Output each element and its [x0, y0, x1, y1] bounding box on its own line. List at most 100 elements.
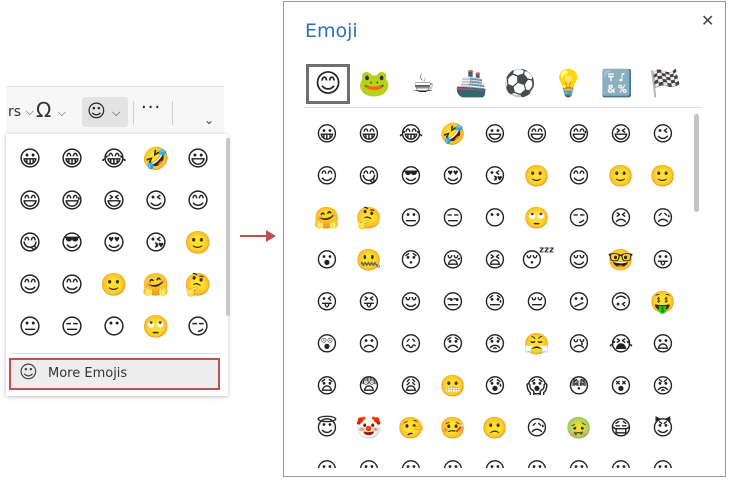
emoji-item[interactable]: 😍 [99, 229, 129, 259]
emoji-item[interactable]: 😋 [353, 160, 385, 192]
emoji-item[interactable]: 😈 [647, 412, 679, 444]
emoji-item[interactable]: 😄 [15, 187, 45, 217]
emoji-item[interactable]: 😐 [563, 454, 595, 468]
more-emojis-button[interactable]: ☺ More Emojis [9, 358, 220, 390]
emoji-item[interactable]: 😫 [479, 244, 511, 276]
tab-smileys[interactable]: 😊 [306, 64, 350, 104]
close-icon[interactable]: ✕ [701, 11, 714, 30]
emoji-item[interactable]: 😦 [647, 328, 679, 360]
emoji-item[interactable]: 😊 [183, 187, 213, 217]
emoji-item[interactable]: 😉 [647, 118, 679, 150]
emoji-item[interactable]: 😊 [311, 160, 343, 192]
emoji-item[interactable]: 😥 [521, 412, 553, 444]
emoji-item[interactable]: 😶 [99, 313, 129, 343]
emoji-item[interactable]: 🙄 [141, 313, 171, 343]
emoji-item[interactable]: 🤑 [647, 286, 679, 318]
tab-travel[interactable]: 🚢 [452, 64, 492, 104]
emoji-item[interactable]: 🙂 [647, 160, 679, 192]
tab-animals[interactable]: 🐸 [355, 64, 395, 104]
emoji-item[interactable]: 😁 [57, 145, 87, 175]
emoji-item[interactable]: 😆 [99, 187, 129, 217]
emoji-item[interactable]: 😃 [183, 145, 213, 175]
emoji-item[interactable]: 🤗 [311, 202, 343, 234]
emoji-item[interactable]: 😎 [57, 229, 87, 259]
font-menu-partial[interactable]: rs ⌵ [8, 104, 34, 120]
emoji-item[interactable]: 😐 [395, 202, 427, 234]
emoji-item[interactable]: 🤣 [437, 118, 469, 150]
emoji-item[interactable]: 😑 [437, 202, 469, 234]
emoji-item[interactable]: 🤓 [605, 244, 637, 276]
emoji-item[interactable]: 🤗 [141, 271, 171, 301]
emoji-item[interactable]: 😀 [15, 145, 45, 175]
emoji-item[interactable]: 😅 [57, 187, 87, 217]
emoji-item[interactable]: 😡 [647, 370, 679, 402]
emoji-item[interactable]: 😖 [395, 328, 427, 360]
emoji-item[interactable]: 🙄 [521, 202, 553, 234]
emoji-item[interactable]: 😂 [395, 118, 427, 150]
emoji-item[interactable]: 😜 [311, 286, 343, 318]
dropdown-scrollbar[interactable] [226, 138, 230, 316]
emoji-item[interactable]: 🤐 [353, 244, 385, 276]
more-options-button[interactable]: ··· [141, 97, 161, 118]
emoji-item[interactable]: 😃 [479, 118, 511, 150]
emoji-item[interactable]: 😒 [437, 286, 469, 318]
emoji-item[interactable]: 😋 [15, 229, 45, 259]
emoji-item[interactable]: 🤔 [353, 202, 385, 234]
emoji-item[interactable]: 🤥 [395, 412, 427, 444]
emoji-item[interactable]: 😊 [15, 271, 45, 301]
emoji-item[interactable]: 😢 [563, 328, 595, 360]
emoji-item[interactable]: 😬 [437, 370, 469, 402]
tab-activities[interactable]: ⚽ [500, 64, 540, 104]
emoji-item[interactable]: 😇 [311, 412, 343, 444]
emoji-item[interactable]: 😑 [57, 313, 87, 343]
emoji-item[interactable]: 😐 [521, 454, 553, 468]
emoji-item[interactable]: 😁 [353, 118, 385, 150]
emoji-item[interactable]: 🤡 [353, 412, 385, 444]
emoji-item[interactable]: 😐 [647, 454, 679, 468]
symbol-button[interactable]: Ω ⌵ [36, 100, 66, 123]
tab-flags[interactable]: 🏁 [646, 64, 686, 104]
emoji-item[interactable]: 🤔 [183, 271, 213, 301]
emoji-item[interactable]: 😧 [311, 370, 343, 402]
tab-objects[interactable]: 💡 [549, 64, 589, 104]
emoji-item[interactable]: 😐 [605, 454, 637, 468]
emoji-item[interactable]: 😷 [605, 412, 637, 444]
emoji-item[interactable]: 😟 [479, 328, 511, 360]
emoji-item[interactable]: 😣 [605, 202, 637, 234]
expand-chevron-icon[interactable]: ⌄ [204, 113, 214, 127]
emoji-item[interactable]: 😲 [311, 328, 343, 360]
emoji-item[interactable]: 😌 [395, 286, 427, 318]
emoji-item[interactable]: 😘 [141, 229, 171, 259]
emoji-item[interactable]: 😱 [521, 370, 553, 402]
emoji-item[interactable]: 🙂 [183, 229, 213, 259]
emoji-item[interactable]: 😀 [311, 118, 343, 150]
emoji-item[interactable]: 😊 [563, 160, 595, 192]
tab-symbols[interactable]: 🔣 [597, 64, 637, 104]
emoji-item[interactable]: 😐 [353, 454, 385, 468]
emoji-button[interactable]: ☺ ⌵ [82, 97, 128, 127]
panel-scrollbar[interactable] [694, 114, 699, 212]
emoji-item[interactable]: 😏 [183, 313, 213, 343]
emoji-item[interactable]: 😶 [479, 202, 511, 234]
emoji-item[interactable]: 😏 [563, 202, 595, 234]
emoji-item[interactable]: 😝 [353, 286, 385, 318]
emoji-item[interactable]: 🙂 [521, 160, 553, 192]
emoji-item[interactable]: 😕 [563, 286, 595, 318]
emoji-item[interactable]: 😐 [479, 454, 511, 468]
emoji-item[interactable]: 😎 [395, 160, 427, 192]
emoji-item[interactable]: 😐 [311, 454, 343, 468]
emoji-item[interactable]: 😮 [311, 244, 343, 276]
emoji-item[interactable]: 😵 [605, 370, 637, 402]
tab-food[interactable]: ☕ [403, 64, 443, 104]
emoji-item[interactable]: 🙂 [605, 160, 637, 192]
emoji-item[interactable]: 😅 [563, 118, 595, 150]
emoji-item[interactable]: 🙁 [479, 412, 511, 444]
emoji-item[interactable]: 😭 [605, 328, 637, 360]
emoji-item[interactable]: 😐 [437, 454, 469, 468]
emoji-item[interactable]: 🤣 [141, 145, 171, 175]
emoji-item[interactable]: 😪 [437, 244, 469, 276]
emoji-item[interactable]: 🙃 [605, 286, 637, 318]
emoji-item[interactable]: 😨 [353, 370, 385, 402]
emoji-item[interactable]: 😐 [15, 313, 45, 343]
emoji-item[interactable]: 😥 [647, 202, 679, 234]
